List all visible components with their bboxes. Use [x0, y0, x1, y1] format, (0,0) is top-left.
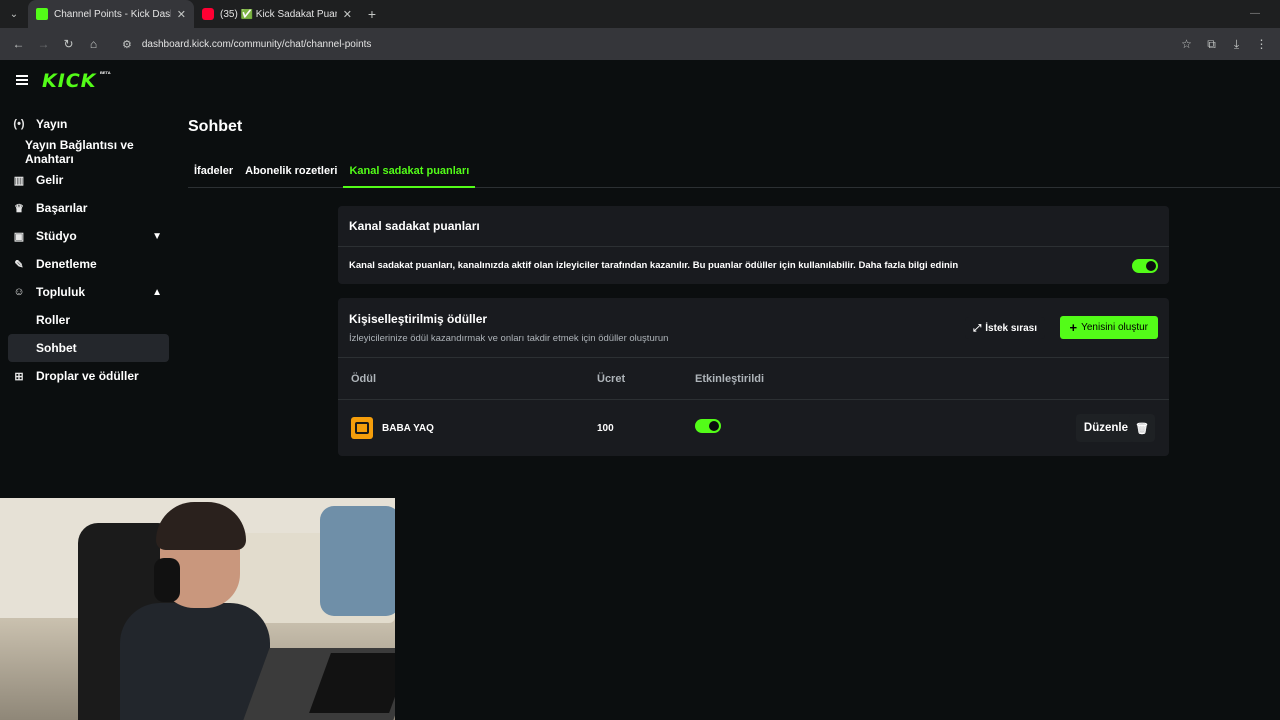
- webcam-person: [120, 502, 270, 720]
- reward-icon: [351, 417, 373, 439]
- sidebar-item-stream-key[interactable]: Yayın Bağlantısı ve Anahtarı: [0, 138, 180, 166]
- sidebar-item-label: Gelir: [36, 173, 64, 187]
- broadcast-icon: (•): [13, 118, 25, 130]
- hamburger-menu-icon[interactable]: [16, 75, 28, 85]
- community-icon: ☺: [13, 286, 25, 298]
- browser-toolbar: ← → ↻ ⌂ ⚙ dashboard.kick.com/community/c…: [0, 28, 1280, 60]
- column-header-enabled: Etkinleştirildi: [695, 373, 765, 385]
- reward-name: BABA YAQ: [382, 423, 434, 434]
- sidebar-item-roller[interactable]: Roller: [0, 306, 180, 334]
- tab-title: Channel Points - Kick Dashboar: [54, 8, 171, 20]
- sidebar-item-label: Denetleme: [36, 257, 97, 271]
- site-info-icon[interactable]: ⚙: [122, 38, 132, 51]
- browser-tab-bar: ⌄ Channel Points - Kick Dashboar ✕ (35) …: [0, 0, 1280, 28]
- webcam-person-hair: [156, 502, 246, 550]
- tab-title: (35) ✅ Kick Sadakat Puanı Nası: [220, 8, 337, 20]
- studio-icon: ▣: [13, 230, 25, 243]
- table-header: Ödül Ücret Etkinleştirildi: [338, 358, 1169, 400]
- plus-icon: +: [1069, 320, 1078, 335]
- sidebar-item-label: Yayın Bağlantısı ve Anahtarı: [25, 138, 134, 166]
- chart-icon: ▥: [13, 174, 25, 187]
- trash-icon[interactable]: 🗑: [1129, 414, 1155, 442]
- sidebar-item-label: Droplar ve ödüller: [36, 369, 139, 383]
- home-icon[interactable]: ⌂: [81, 32, 106, 57]
- column-header-cost: Ücret: [597, 373, 626, 385]
- sidebar-item-label: Topluluk: [36, 285, 86, 299]
- tab-search-icon[interactable]: ⌄: [0, 0, 28, 28]
- sidebar-item-basarilar[interactable]: ♛ Başarılar: [0, 194, 180, 222]
- extensions-icon[interactable]: ⧉: [1199, 32, 1224, 57]
- sidebar-item-topluluk[interactable]: ☺ Topluluk ▲: [0, 278, 180, 306]
- browser-tab-active[interactable]: Channel Points - Kick Dashboar ✕: [28, 0, 194, 28]
- trophy-icon: ♛: [14, 202, 24, 215]
- bookmark-star-icon[interactable]: ☆: [1174, 32, 1199, 57]
- browser-tab[interactable]: (35) ✅ Kick Sadakat Puanı Nası ✕: [194, 0, 360, 28]
- youtube-favicon-icon: [202, 8, 214, 20]
- sidebar-item-sohbet[interactable]: Sohbet: [8, 334, 169, 362]
- card-title: Kanal sadakat puanları: [338, 206, 1169, 247]
- custom-rewards-card: Kişiselleştirilmiş ödüller İzleyicilerin…: [338, 298, 1169, 456]
- queue-icon: ⤢: [973, 322, 982, 334]
- sidebar-item-gelir[interactable]: ▥ Gelir: [0, 166, 180, 194]
- reward-cost: 100: [597, 423, 614, 434]
- top-bar: KICK BETA: [0, 60, 1280, 104]
- reward-enabled-toggle[interactable]: [695, 419, 721, 433]
- url-text: dashboard.kick.com/community/chat/channe…: [141, 38, 372, 50]
- back-icon[interactable]: ←: [6, 32, 31, 57]
- table-row: BABA YAQ 100 Düzenle 🗑: [338, 400, 1169, 456]
- sidebar-item-label: Roller: [36, 313, 71, 327]
- loyalty-points-card: Kanal sadakat puanları Kanal sadakat pua…: [338, 206, 1169, 284]
- tab-abonelik-rozetleri[interactable]: Abonelik rozetleri: [239, 158, 343, 188]
- sidebar-item-label: Başarılar: [36, 201, 88, 215]
- reload-icon[interactable]: ↻: [56, 32, 81, 57]
- create-new-button[interactable]: + Yenisini oluştur: [1059, 316, 1158, 339]
- webcam-headphones: [154, 558, 180, 602]
- webcam-person-body: [120, 603, 270, 720]
- sidebar-item-yayin[interactable]: (•) Yayın: [0, 110, 180, 138]
- loyalty-description: Kanal sadakat puanları, kanalınızda akti…: [349, 260, 959, 271]
- webcam-blanket: [320, 506, 395, 616]
- sidebar-item-droplar[interactable]: ⊞ Droplar ve ödüller: [0, 362, 180, 390]
- close-tab-icon[interactable]: ✕: [343, 8, 352, 21]
- address-bar[interactable]: ⚙ dashboard.kick.com/community/chat/chan…: [114, 32, 1166, 56]
- rewards-header: Kişiselleştirilmiş ödüller İzleyicilerin…: [338, 298, 1169, 358]
- sidebar-item-label: Stüdyo: [36, 229, 77, 243]
- beta-badge: BETA: [100, 70, 111, 75]
- sidebar-item-studyo[interactable]: ▣ Stüdyo ▼: [0, 222, 180, 250]
- gift-icon: ⊞: [14, 370, 24, 383]
- edit-button[interactable]: Düzenle: [1075, 414, 1136, 442]
- chevron-up-icon[interactable]: ▲: [152, 287, 162, 298]
- close-tab-icon[interactable]: ✕: [177, 8, 186, 21]
- webcam-overlay: [0, 498, 395, 720]
- chevron-down-icon[interactable]: ▼: [152, 231, 162, 242]
- kick-logo[interactable]: KICK: [42, 70, 96, 92]
- column-header-reward: Ödül: [351, 373, 377, 385]
- tab-bar: İfadeler Abonelik rozetleri Kanal sadaka…: [188, 158, 1280, 188]
- page-title: Sohbet: [188, 118, 243, 135]
- download-icon[interactable]: ⤓: [1224, 32, 1249, 57]
- sidebar-item-label: Yayın: [36, 117, 68, 131]
- menu-icon[interactable]: ⋮: [1249, 32, 1274, 57]
- minimize-icon[interactable]: —: [1250, 8, 1260, 19]
- tab-ifadeler[interactable]: İfadeler: [188, 158, 239, 188]
- new-tab-icon[interactable]: +: [360, 6, 384, 22]
- loyalty-enabled-toggle[interactable]: [1132, 259, 1158, 273]
- sidebar: (•) Yayın Yayın Bağlantısı ve Anahtarı ▥…: [0, 110, 180, 390]
- sidebar-item-denetleme[interactable]: ✎ Denetleme: [0, 250, 180, 278]
- wrench-icon: ✎: [14, 258, 24, 271]
- sidebar-item-label: Sohbet: [36, 341, 77, 355]
- kick-favicon-icon: [36, 8, 48, 20]
- forward-icon[interactable]: →: [31, 32, 56, 57]
- request-queue-button[interactable]: ⤢ İstek sırası: [965, 317, 1045, 339]
- request-queue-label: İstek sırası: [985, 322, 1037, 334]
- tab-kanal-sadakat-puanlari[interactable]: Kanal sadakat puanları: [343, 158, 476, 188]
- create-new-label: Yenisini oluştur: [1081, 322, 1148, 333]
